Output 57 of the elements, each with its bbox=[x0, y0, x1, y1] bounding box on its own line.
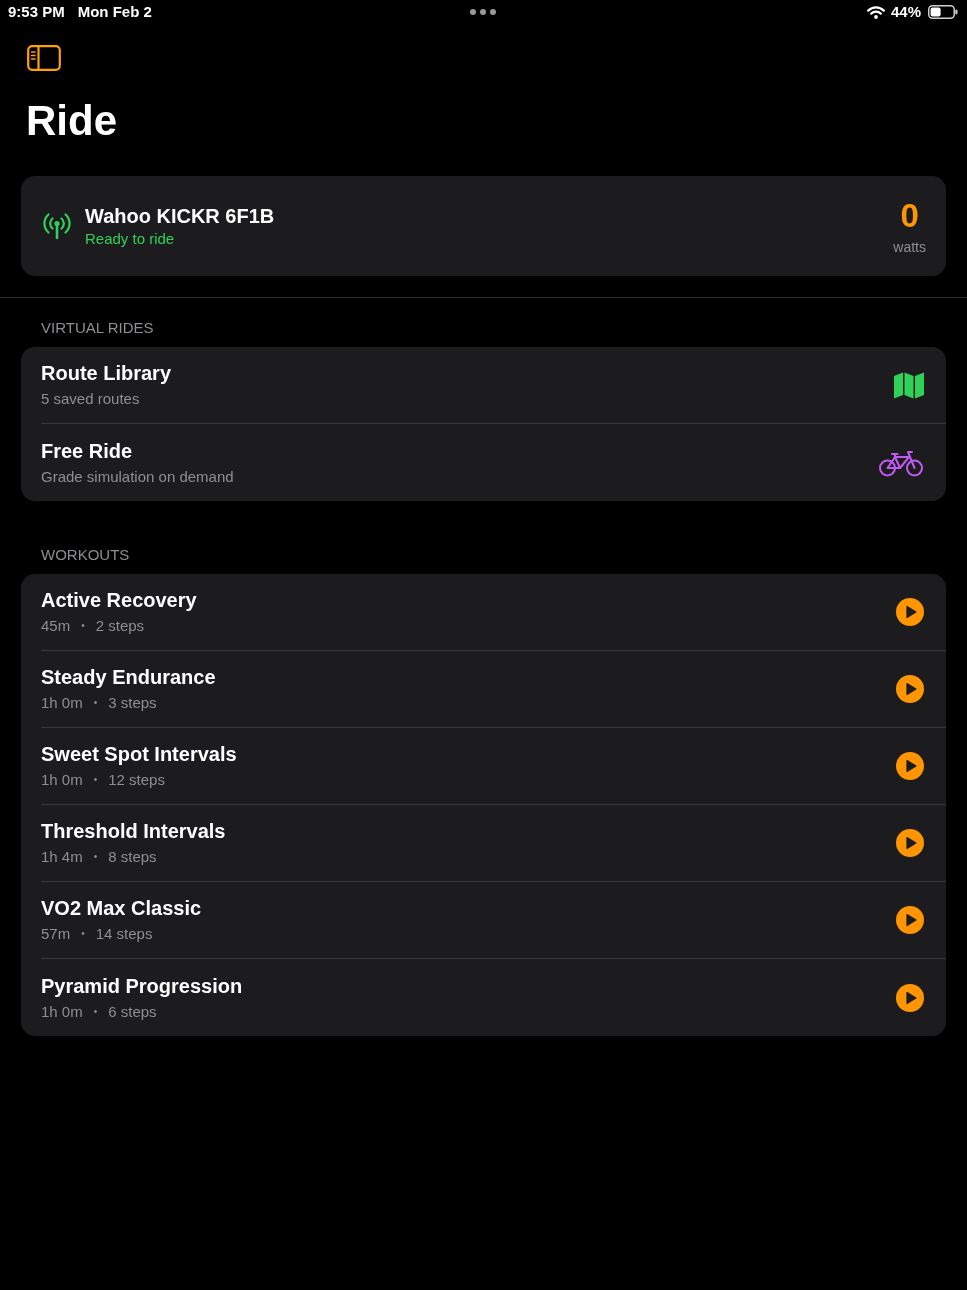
multitasking-dots-icon[interactable] bbox=[470, 9, 496, 15]
power-unit: watts bbox=[893, 238, 926, 256]
item-subtitle: Grade simulation on demand bbox=[41, 467, 234, 486]
power-value: 0 bbox=[900, 198, 919, 233]
play-icon[interactable] bbox=[896, 829, 924, 857]
step-count: 2 steps bbox=[95, 617, 145, 635]
status-date: Mon Feb 2 bbox=[77, 3, 152, 21]
workout-duration: 45m bbox=[41, 617, 71, 635]
section-header: WORKOUTS bbox=[41, 546, 131, 564]
step-count: 8 steps bbox=[108, 848, 157, 866]
item-subtitle: 5 saved routes bbox=[41, 390, 140, 408]
workout-duration: 1h 0m bbox=[41, 694, 83, 712]
workout-duration: 1h 4m bbox=[41, 848, 83, 866]
battery-icon bbox=[928, 5, 958, 19]
battery-percentage: 44% bbox=[890, 3, 921, 21]
connection-status: Ready to ride bbox=[85, 230, 176, 248]
step-count: 14 steps bbox=[95, 925, 153, 943]
status-time: 9:53 PM bbox=[8, 3, 65, 21]
list-row[interactable]: VO2 Max Classic 57m • 14 steps bbox=[41, 882, 946, 959]
play-icon[interactable] bbox=[896, 752, 924, 780]
trainer-card[interactable]: Wahoo KICKR 6F1B Ready to ride 0 watts bbox=[21, 176, 946, 276]
item-title: Steady Endurance bbox=[41, 665, 217, 689]
step-count: 12 steps bbox=[108, 771, 165, 789]
section-header: VIRTUAL RIDES bbox=[41, 319, 155, 337]
list-row[interactable]: Steady Endurance 1h 0m • 3 steps bbox=[41, 651, 946, 728]
item-title: Route Library bbox=[41, 361, 173, 385]
play-icon[interactable] bbox=[896, 906, 924, 934]
list-row[interactable]: Threshold Intervals 1h 4m • 8 steps bbox=[41, 805, 946, 882]
separator-dot: • bbox=[81, 619, 85, 633]
separator-dot: • bbox=[93, 773, 98, 787]
sidebar-icon[interactable] bbox=[27, 45, 61, 71]
list-row[interactable]: Pyramid Progression 1h 0m • 6 steps bbox=[41, 959, 946, 1036]
separator-dot: • bbox=[93, 1004, 98, 1019]
workout-duration: 57m bbox=[41, 925, 71, 943]
item-title: Pyramid Progression bbox=[41, 973, 244, 998]
step-count: 3 steps bbox=[108, 694, 157, 712]
workout-duration: 1h 0m bbox=[41, 771, 83, 789]
item-title: Sweet Spot Intervals bbox=[41, 742, 238, 766]
wifi-icon bbox=[866, 5, 885, 19]
list-row[interactable]: Active Recovery 45m • 2 steps bbox=[41, 574, 946, 651]
item-title: VO2 Max Classic bbox=[41, 896, 203, 920]
separator-dot: • bbox=[93, 696, 98, 710]
play-icon[interactable] bbox=[896, 983, 924, 1012]
play-icon[interactable] bbox=[896, 598, 924, 626]
list-row[interactable]: Sweet Spot Intervals 1h 0m • 12 steps bbox=[41, 728, 946, 805]
workout-duration: 1h 0m bbox=[41, 1002, 83, 1021]
item-title: Active Recovery bbox=[41, 588, 198, 612]
separator-dot: • bbox=[81, 927, 85, 941]
trainer-name: Wahoo KICKR 6F1B bbox=[85, 204, 276, 228]
list-row[interactable]: Route Library 5 saved routes bbox=[41, 347, 946, 424]
item-title: Free Ride bbox=[41, 438, 134, 463]
list-row[interactable]: Free Ride Grade simulation on demand bbox=[41, 424, 946, 501]
page-title: Ride bbox=[26, 96, 118, 146]
step-count: 6 steps bbox=[108, 1002, 157, 1021]
play-icon[interactable] bbox=[896, 675, 924, 703]
item-title: Threshold Intervals bbox=[41, 819, 227, 843]
separator-dot: • bbox=[93, 850, 98, 864]
